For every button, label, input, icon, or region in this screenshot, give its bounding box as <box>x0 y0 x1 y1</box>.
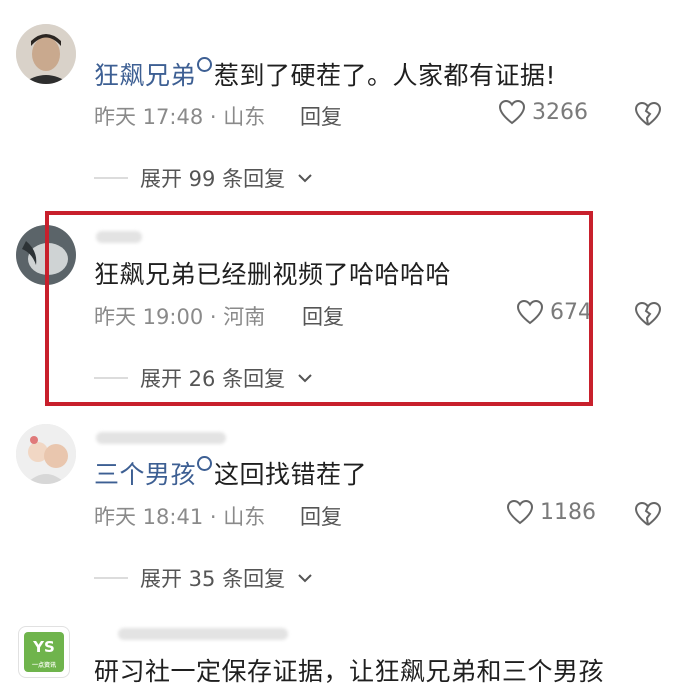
chevron-down-icon <box>298 574 312 583</box>
logo-subtext: 一点资讯 <box>31 662 56 669</box>
username-blurred <box>96 432 226 444</box>
comment-body: 惹到了硬茬了。人家都有证据! <box>214 61 557 90</box>
mention-link[interactable]: 三个男孩 <box>94 460 196 489</box>
expand-replies-label: 展开 99 条回复 <box>140 167 286 191</box>
expand-replies-button[interactable]: 展开 35 条回复 <box>94 563 313 593</box>
highlight-box <box>45 211 593 406</box>
avatar[interactable] <box>16 424 76 484</box>
broken-heart-icon[interactable] <box>634 501 662 527</box>
broken-heart-icon[interactable] <box>634 101 662 127</box>
logo: YS 一点资讯 <box>24 632 64 672</box>
mention-icon <box>197 456 213 471</box>
comment-text: 狂飙兄弟 惹到了硬茬了。人家都有证据! <box>94 57 557 92</box>
broken-heart-icon[interactable] <box>634 301 662 327</box>
reply-button[interactable]: 回复 <box>300 501 342 531</box>
chevron-down-icon <box>298 174 312 183</box>
comment-text: 三个男孩 这回找错茬了 <box>94 456 368 491</box>
like-count: 1186 <box>540 499 596 525</box>
reply-button[interactable]: 回复 <box>300 101 342 131</box>
heart-icon <box>506 499 534 525</box>
mention-icon <box>197 57 213 72</box>
logo-text: YS <box>33 638 55 656</box>
divider <box>94 177 128 179</box>
comment-body: 这回找错茬了 <box>214 460 368 489</box>
avatar[interactable]: YS 一点资讯 <box>18 626 70 678</box>
mention-link[interactable]: 狂飙兄弟 <box>94 61 196 90</box>
heart-icon <box>498 99 526 125</box>
avatar[interactable] <box>16 24 76 84</box>
divider <box>94 577 128 579</box>
username-blurred <box>118 628 288 640</box>
like-count: 3266 <box>532 99 588 125</box>
comment-meta: 昨天 17:48 · 山东 <box>94 105 266 129</box>
like-button[interactable]: 3266 <box>498 99 588 125</box>
comment-meta: 昨天 18:41 · 山东 <box>94 505 266 529</box>
expand-replies-button[interactable]: 展开 99 条回复 <box>94 163 313 193</box>
like-button[interactable]: 1186 <box>506 499 596 525</box>
comment-text: 研习社一定保存证据，让狂飙兄弟和三个男孩 <box>94 657 605 686</box>
expand-replies-label: 展开 35 条回复 <box>140 567 286 591</box>
